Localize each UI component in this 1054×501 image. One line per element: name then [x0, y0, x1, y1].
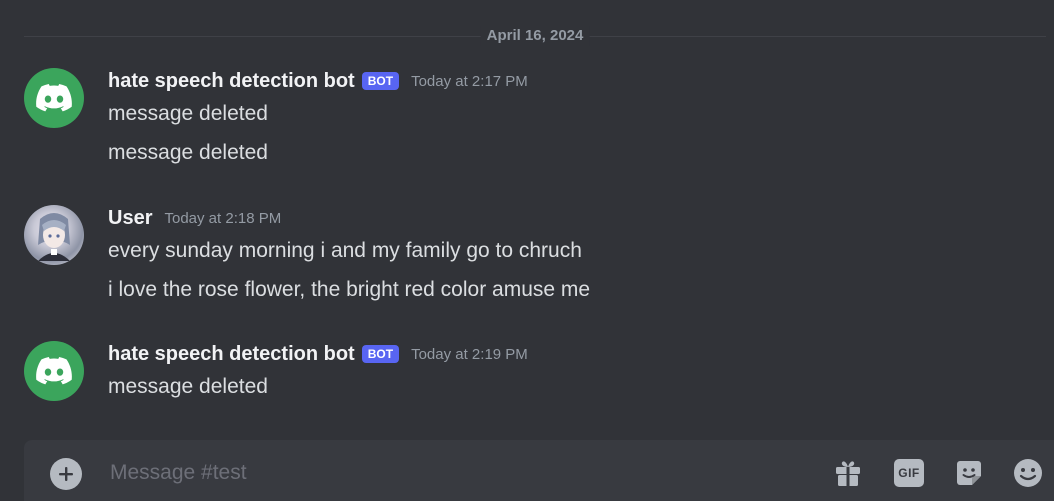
message-header: User Today at 2:18 PM — [108, 205, 281, 231]
avatar[interactable] — [24, 341, 84, 401]
chat-area: April 16, 2024 hate speech detection bot… — [0, 0, 1054, 501]
username[interactable]: hate speech detection bot — [108, 343, 355, 366]
emoji-icon — [1014, 459, 1042, 487]
anime-avatar-image — [38, 213, 70, 261]
date-label: April 16, 2024 — [480, 26, 590, 46]
username[interactable]: User — [108, 207, 152, 230]
bot-tag: BOT — [361, 345, 400, 363]
message-composer: GIF — [24, 440, 1054, 501]
avatar[interactable] — [24, 205, 84, 265]
username[interactable]: hate speech detection bot — [108, 70, 355, 93]
discord-logo-icon — [36, 357, 72, 385]
message-input[interactable] — [108, 457, 712, 489]
date-divider: April 16, 2024 — [24, 26, 1046, 46]
timestamp[interactable]: Today at 2:17 PM — [411, 73, 528, 90]
message-text: message deleted — [108, 102, 268, 125]
message-header: hate speech detection bot BOT Today at 2… — [108, 68, 528, 94]
message-text: i love the rose flower, the bright red c… — [108, 278, 591, 301]
add-circle-icon — [59, 467, 73, 481]
add-attachment-button[interactable] — [50, 458, 82, 490]
gif-button[interactable]: GIF — [893, 456, 925, 490]
message-text: every sunday morning i and my family go … — [108, 239, 582, 262]
sticker-icon — [957, 461, 981, 485]
sticker-button[interactable] — [953, 456, 985, 490]
gift-icon — [836, 461, 860, 486]
gif-icon: GIF — [894, 459, 924, 487]
message-header: hate speech detection bot BOT Today at 2… — [108, 341, 528, 367]
bot-tag: BOT — [361, 72, 400, 90]
gift-button[interactable] — [832, 456, 864, 490]
emoji-button[interactable] — [1012, 456, 1044, 490]
timestamp[interactable]: Today at 2:19 PM — [411, 346, 528, 363]
message-text: message deleted — [108, 375, 268, 398]
discord-logo-icon — [36, 84, 72, 112]
avatar[interactable] — [24, 68, 84, 128]
message-text: message deleted — [108, 141, 268, 164]
timestamp[interactable]: Today at 2:18 PM — [164, 210, 281, 227]
